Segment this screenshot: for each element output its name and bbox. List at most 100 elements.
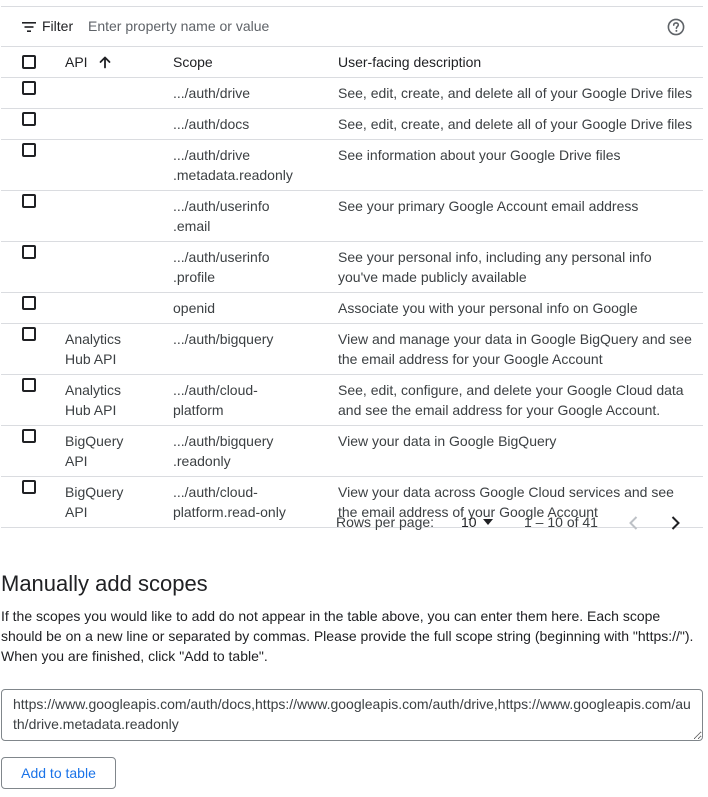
row-description-text: See information about your Google Drive … bbox=[338, 147, 621, 163]
row-description-cell: See your personal info, including any pe… bbox=[338, 241, 703, 293]
row-api-text bbox=[65, 109, 173, 119]
row-api-cell: BigQuery API bbox=[65, 425, 173, 477]
row-description-text: View your data in Google BigQuery bbox=[338, 433, 557, 449]
row-scope-text: .../auth/docs bbox=[173, 116, 250, 132]
row-scope-cell: .../auth/docs bbox=[173, 108, 338, 140]
pagination: Rows per page: 10 1 – 10 of 41 bbox=[1, 507, 703, 537]
row-description-text: See, edit, configure, and delete your Go… bbox=[338, 382, 684, 418]
filter-input[interactable] bbox=[88, 14, 588, 38]
row-scope-text: openid bbox=[173, 300, 216, 316]
row-description-text: See your personal info, including any pe… bbox=[338, 249, 652, 285]
row-checkbox[interactable] bbox=[22, 327, 36, 341]
row-checkbox[interactable] bbox=[22, 112, 36, 126]
row-scope-text: .../auth/drive .metadata.readonly bbox=[173, 147, 293, 183]
row-api-text bbox=[65, 191, 173, 201]
table-row: .../auth/userinfo .profile See your perso… bbox=[1, 241, 703, 293]
table-row: openid Associate you with your personal i… bbox=[1, 292, 703, 324]
row-description-cell: See information about your Google Drive … bbox=[338, 139, 703, 191]
row-checkbox[interactable] bbox=[22, 296, 36, 310]
help-circle-icon[interactable] bbox=[666, 17, 686, 37]
chevron-right-icon[interactable] bbox=[665, 513, 685, 533]
row-select-cell bbox=[1, 374, 65, 426]
select-all-checkbox[interactable] bbox=[22, 55, 36, 69]
row-checkbox[interactable] bbox=[22, 378, 36, 392]
filter-icon[interactable] bbox=[21, 19, 37, 35]
row-api-text: Analytics Hub API bbox=[65, 331, 122, 367]
row-select-cell bbox=[1, 241, 65, 293]
row-api-text bbox=[65, 293, 173, 303]
row-description-cell: Associate you with your personal info on… bbox=[338, 292, 703, 324]
header-description[interactable]: User-facing description bbox=[338, 46, 703, 78]
table-body: .../auth/drive See, edit, create, and del… bbox=[1, 77, 703, 528]
header-api[interactable]: API bbox=[65, 46, 173, 78]
row-api-text: Analytics Hub API bbox=[65, 382, 122, 418]
row-scope-text: .../auth/bigquery bbox=[173, 331, 274, 347]
row-select-cell bbox=[1, 190, 65, 242]
row-select-cell bbox=[1, 139, 65, 191]
add-to-table-button[interactable]: Add to table bbox=[1, 757, 116, 789]
row-checkbox[interactable] bbox=[22, 245, 36, 259]
row-checkbox[interactable] bbox=[22, 480, 36, 494]
row-description-text: See your primary Google Account email ad… bbox=[338, 198, 639, 214]
row-description-cell: See, edit, create, and delete all of you… bbox=[338, 108, 703, 140]
row-scope-cell: .../auth/drive .metadata.readonly bbox=[173, 139, 338, 191]
scopes-table: API Scope User-facing description .../au… bbox=[1, 46, 703, 528]
table-row: .../auth/userinfo .email See your primary… bbox=[1, 190, 703, 242]
table-row: .../auth/drive See, edit, create, and del… bbox=[1, 77, 703, 109]
row-checkbox[interactable] bbox=[22, 429, 36, 443]
row-description-text: See, edit, create, and delete all of you… bbox=[338, 116, 693, 132]
row-api-cell bbox=[65, 292, 173, 324]
manual-scopes-description: If the scopes you would like to add do n… bbox=[1, 608, 694, 664]
row-scope-cell: .../auth/cloud- platform bbox=[173, 374, 338, 426]
row-description-cell: View your data in Google BigQuery bbox=[338, 425, 703, 477]
row-scope-text: .../auth/drive bbox=[173, 85, 251, 101]
row-scope-cell: openid bbox=[173, 292, 338, 324]
rows-per-page-value: 10 bbox=[461, 514, 477, 530]
row-scope-cell: .../auth/bigquery bbox=[173, 323, 338, 375]
manual-scopes-textarea[interactable] bbox=[1, 689, 703, 741]
row-description-cell: See, edit, create, and delete all of you… bbox=[338, 77, 703, 109]
row-api-cell: Analytics Hub API bbox=[65, 323, 173, 375]
row-select-cell bbox=[1, 292, 65, 324]
rows-per-page-label: Rows per page: bbox=[336, 514, 435, 530]
row-select-cell bbox=[1, 323, 65, 375]
table-row: BigQuery API .../auth/bigquery .readonly V… bbox=[1, 425, 703, 477]
header-scope[interactable]: Scope bbox=[173, 46, 338, 78]
filter-label: Filter bbox=[42, 18, 74, 34]
row-scope-text: .../auth/bigquery .readonly bbox=[173, 433, 274, 469]
row-api-cell bbox=[65, 190, 173, 242]
row-api-cell: Analytics Hub API bbox=[65, 374, 173, 426]
row-description-text: See, edit, create, and delete all of you… bbox=[338, 85, 693, 101]
table-row: .../auth/docs See, edit, create, and dele… bbox=[1, 108, 703, 140]
row-description-text: Associate you with your personal info on… bbox=[338, 300, 638, 316]
page-range-label: 1 – 10 of 41 bbox=[524, 514, 598, 530]
row-api-cell bbox=[65, 108, 173, 140]
row-checkbox[interactable] bbox=[22, 143, 36, 157]
row-scope-cell: .../auth/userinfo .email bbox=[173, 190, 338, 242]
row-checkbox[interactable] bbox=[22, 194, 36, 208]
caret-down-icon bbox=[482, 519, 493, 525]
row-description-cell: See, edit, configure, and delete your Go… bbox=[338, 374, 703, 426]
table-header-row: API Scope User-facing description bbox=[1, 46, 703, 78]
table-row: Analytics Hub API .../auth/bigquery View a… bbox=[1, 323, 703, 375]
rows-per-page-select[interactable]: 10 bbox=[461, 514, 493, 530]
header-api-label: API bbox=[65, 54, 88, 70]
row-description-cell: View and manage your data in Google BigQ… bbox=[338, 323, 703, 375]
row-api-text: BigQuery API bbox=[65, 433, 124, 469]
arrow-up-icon[interactable] bbox=[98, 55, 112, 69]
chevron-left-icon[interactable] bbox=[624, 513, 644, 533]
filter-bar: Filter bbox=[1, 6, 703, 46]
header-select-all-cell bbox=[1, 46, 65, 78]
row-scope-cell: .../auth/drive bbox=[173, 77, 338, 109]
row-api-text bbox=[65, 140, 173, 150]
row-select-cell bbox=[1, 108, 65, 140]
row-api-cell bbox=[65, 77, 173, 109]
table-row: .../auth/drive .metadata.readonly See inf… bbox=[1, 139, 703, 191]
row-api-cell bbox=[65, 139, 173, 191]
row-scope-text: .../auth/userinfo .profile bbox=[173, 249, 270, 285]
row-scope-text: .../auth/userinfo .email bbox=[173, 198, 270, 234]
row-checkbox[interactable] bbox=[22, 81, 36, 95]
row-scope-text: .../auth/cloud- platform bbox=[173, 382, 258, 418]
row-api-cell bbox=[65, 241, 173, 293]
manual-scopes-title: Manually add scopes bbox=[1, 571, 208, 596]
